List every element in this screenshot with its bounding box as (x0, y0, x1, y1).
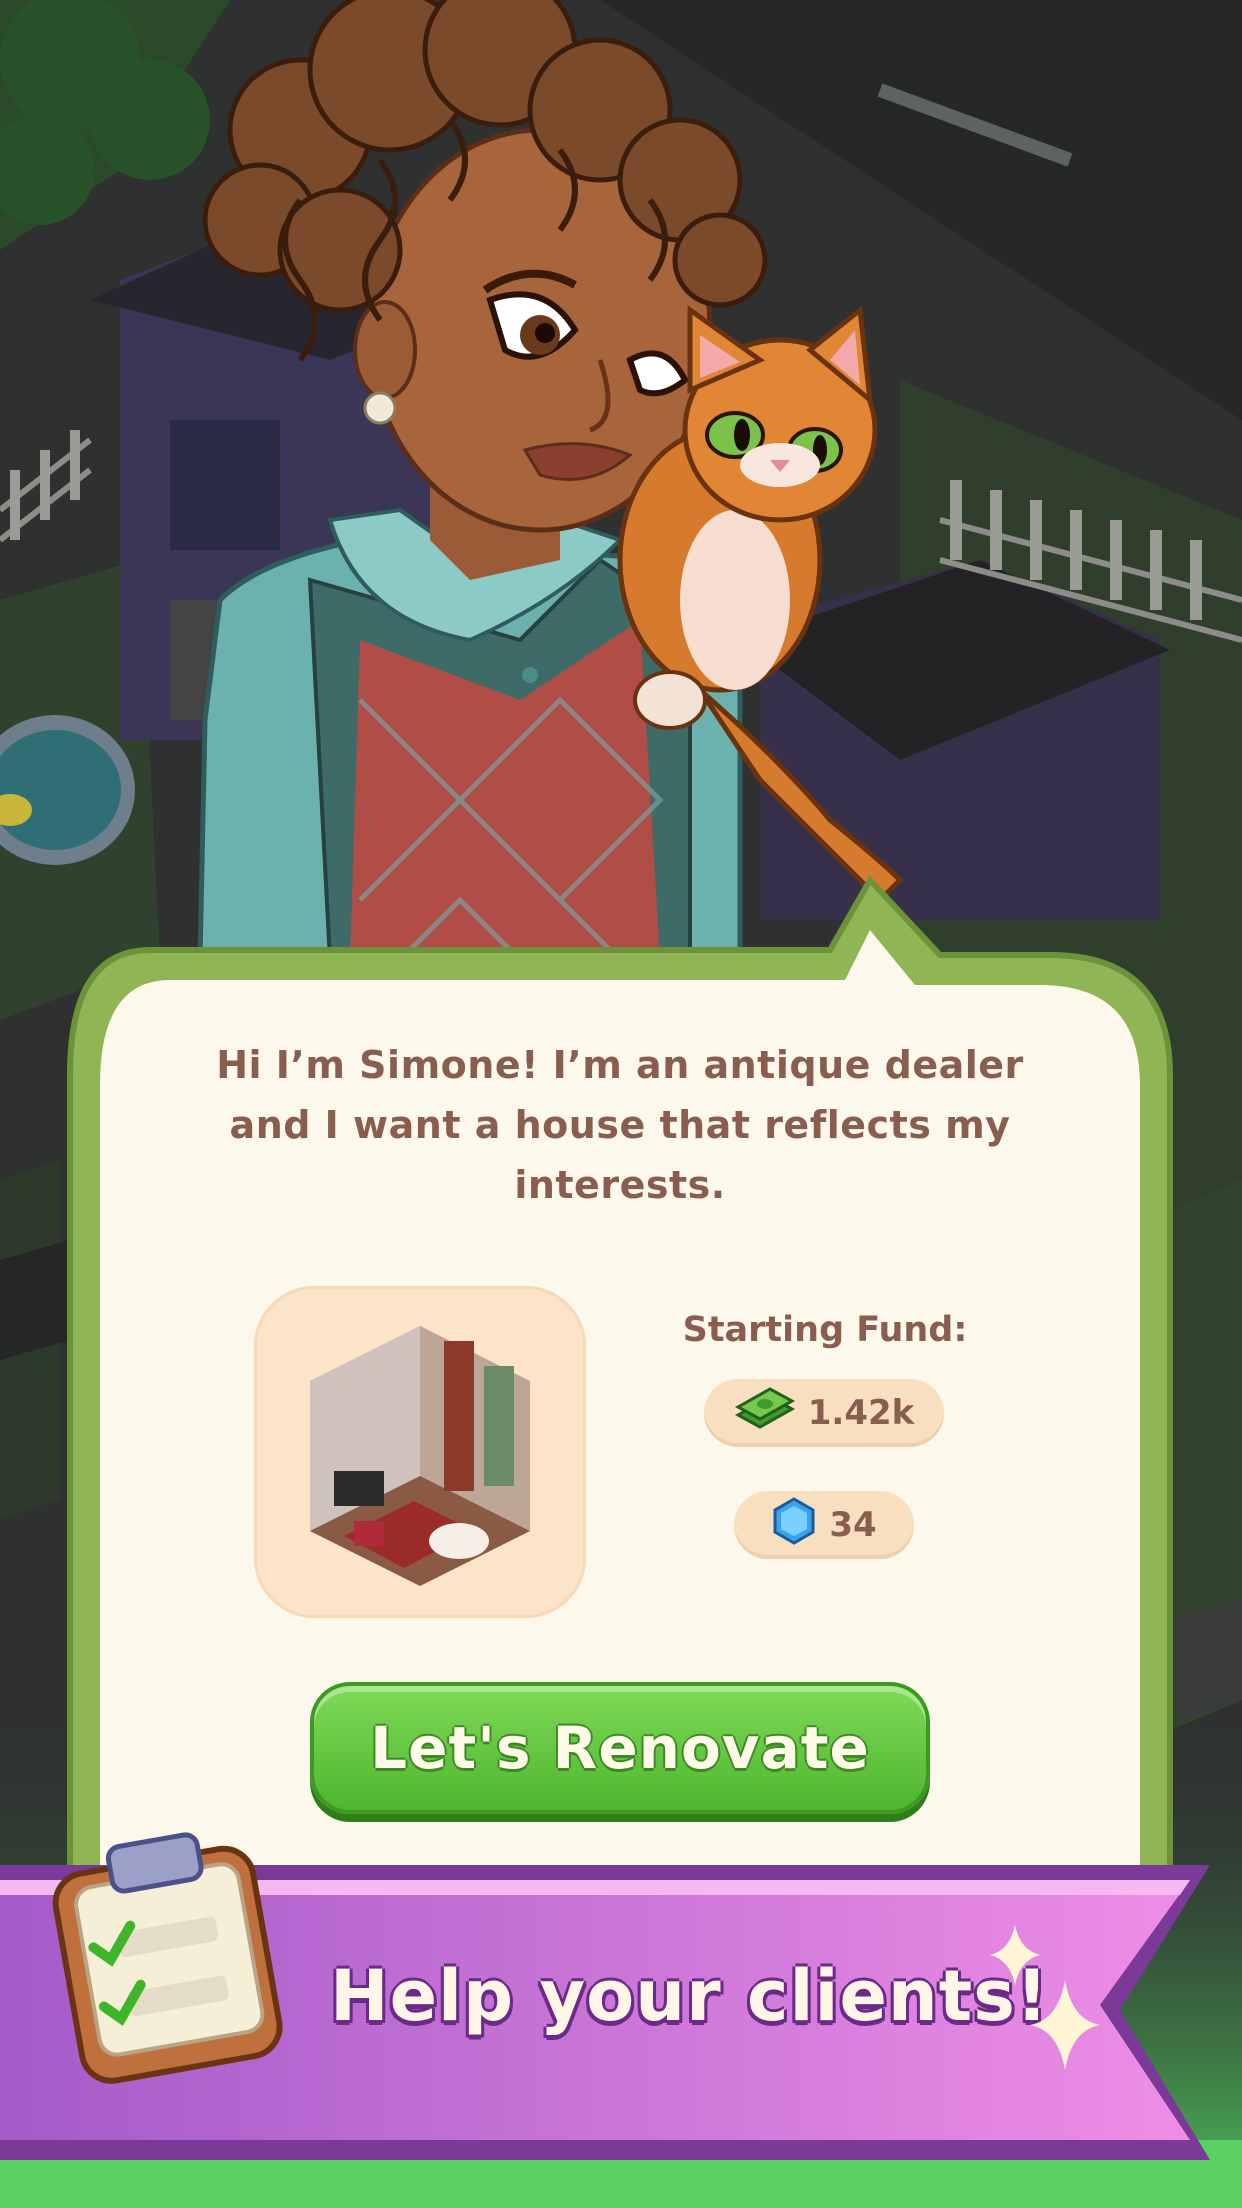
sparkle-icon (990, 1925, 1100, 2070)
game-screen: Hi I’m Simone! I’m an antique dealer and… (0, 0, 1242, 2208)
clipboard-checklist-icon (52, 1832, 283, 2084)
banner-title: Help your clients! (330, 1955, 1049, 2037)
